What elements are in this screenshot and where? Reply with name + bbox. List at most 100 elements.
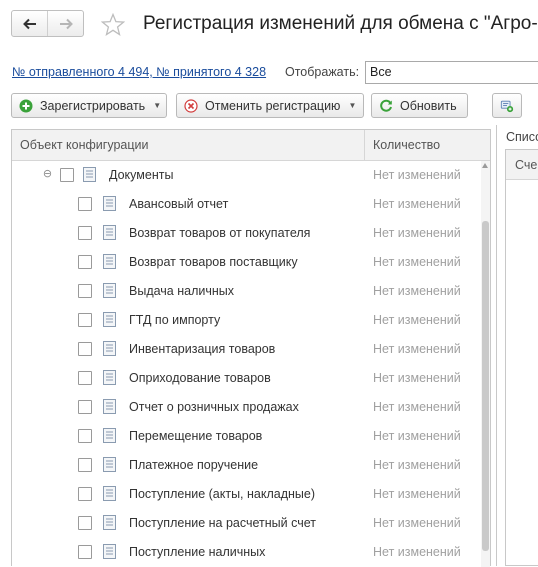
column-header-quantity[interactable]: Количество <box>373 138 440 152</box>
register-button[interactable]: Зарегистрировать ▼ <box>11 93 167 118</box>
table-row[interactable]: ГТД по импорту Нет изменений <box>12 306 480 335</box>
register-button-label: Зарегистрировать <box>40 98 146 113</box>
table-header: Объект конфигурации Количество <box>12 130 490 161</box>
document-icon <box>103 457 116 472</box>
toolbar: Зарегистрировать ▼ Отменить регистрацию … <box>0 93 538 119</box>
settings-icon <box>500 100 514 112</box>
forward-button[interactable] <box>47 11 83 36</box>
scroll-up-icon[interactable] <box>482 163 488 168</box>
row-checkbox[interactable] <box>60 168 74 182</box>
row-name: Документы <box>109 168 174 182</box>
table-row[interactable]: Поступление (акты, накладные) Нет изменен… <box>12 480 480 509</box>
row-checkbox[interactable] <box>78 487 92 501</box>
refresh-button[interactable]: Обновить <box>371 93 468 118</box>
document-icon <box>103 370 116 385</box>
table-row[interactable]: Инвентаризация товаров Нет изменений <box>12 335 480 364</box>
row-quantity: Нет изменений <box>373 487 461 501</box>
show-filter-label: Отображать: <box>285 65 360 79</box>
show-filter-field[interactable]: Все <box>365 61 538 84</box>
row-checkbox[interactable] <box>78 545 92 559</box>
window-title: Регистрация изменений для обмена с "Агро… <box>143 13 538 34</box>
row-checkbox[interactable] <box>78 516 92 530</box>
document-icon <box>103 254 116 269</box>
table-row[interactable]: Поступление на расчетный счет Нет изменен… <box>12 509 480 538</box>
table-row[interactable]: Авансовый отчет Нет изменений <box>12 190 480 219</box>
arrow-right-icon <box>59 18 73 29</box>
right-panel: Списо Сче <box>496 125 538 566</box>
row-checkbox[interactable] <box>78 255 92 269</box>
message-numbers-link[interactable]: № отправленного 4 494, № принятого 4 328 <box>12 65 266 79</box>
row-quantity: Нет изменений <box>373 429 461 443</box>
row-quantity: Нет изменений <box>373 516 461 530</box>
document-icon <box>103 544 116 559</box>
row-quantity: Нет изменений <box>373 226 461 240</box>
table-row[interactable]: Возврат товаров от покупателя Нет изменен… <box>12 219 480 248</box>
settings-button[interactable] <box>492 93 522 118</box>
collapse-icon[interactable]: ⊖ <box>42 169 53 180</box>
dropdown-arrow-icon: ▼ <box>348 101 357 110</box>
table-row[interactable]: Выдача наличных Нет изменений <box>12 277 480 306</box>
document-icon <box>83 167 96 182</box>
cancel-registration-label: Отменить регистрацию <box>205 98 341 113</box>
row-name: Поступление на расчетный счет <box>129 516 316 530</box>
row-quantity: Нет изменений <box>373 284 461 298</box>
dropdown-arrow-icon: ▼ <box>153 101 162 110</box>
right-panel-header: Сче <box>506 150 538 180</box>
table-row[interactable]: Перемещение товаров Нет изменений <box>12 422 480 451</box>
row-quantity: Нет изменений <box>373 168 461 182</box>
right-panel-label: Списо <box>506 130 538 144</box>
scrollbar-thumb[interactable] <box>482 221 489 551</box>
back-button[interactable] <box>12 11 47 36</box>
document-icon <box>103 515 116 530</box>
table-row[interactable]: Отчет о розничных продажах Нет изменений <box>12 393 480 422</box>
row-checkbox[interactable] <box>78 458 92 472</box>
row-name: Платежное поручение <box>129 458 259 472</box>
row-quantity: Нет изменений <box>373 400 461 414</box>
row-checkbox[interactable] <box>78 226 92 240</box>
row-quantity: Нет изменений <box>373 255 461 269</box>
table-row[interactable]: Оприходование товаров Нет изменений <box>12 364 480 393</box>
row-quantity: Нет изменений <box>373 545 461 559</box>
right-panel-column-header[interactable]: Сче <box>515 158 537 172</box>
row-checkbox[interactable] <box>78 400 92 414</box>
table-row[interactable]: Возврат товаров поставщику Нет изменений <box>12 248 480 277</box>
row-quantity: Нет изменений <box>373 342 461 356</box>
row-quantity: Нет изменений <box>373 197 461 211</box>
table-body: ⊖ Документы Нет изменений Авансовый отче… <box>12 161 480 567</box>
document-icon <box>103 486 116 501</box>
column-header-object[interactable]: Объект конфигурации <box>20 138 148 152</box>
refresh-icon <box>379 99 393 113</box>
right-panel-table: Сче <box>505 149 538 566</box>
document-icon <box>103 341 116 356</box>
table-row-group-documents[interactable]: ⊖ Документы Нет изменений <box>12 161 480 190</box>
row-checkbox[interactable] <box>78 284 92 298</box>
row-quantity: Нет изменений <box>373 313 461 327</box>
row-checkbox[interactable] <box>78 342 92 356</box>
table-row[interactable]: Поступление наличных Нет изменений <box>12 538 480 567</box>
cancel-registration-button[interactable]: Отменить регистрацию ▼ <box>176 93 364 118</box>
row-name: Отчет о розничных продажах <box>129 400 299 414</box>
row-name: Оприходование товаров <box>129 371 271 385</box>
row-checkbox[interactable] <box>78 429 92 443</box>
row-quantity: Нет изменений <box>373 458 461 472</box>
row-checkbox[interactable] <box>78 371 92 385</box>
row-quantity: Нет изменений <box>373 371 461 385</box>
row-name: Выдача наличных <box>129 284 235 298</box>
info-row: № отправленного 4 494, № принятого 4 328… <box>0 61 538 85</box>
row-checkbox[interactable] <box>78 313 92 327</box>
cancel-circle-icon <box>184 98 198 113</box>
plus-circle-icon <box>19 99 33 113</box>
row-name: Авансовый отчет <box>129 197 229 211</box>
star-icon[interactable] <box>101 13 125 36</box>
vertical-scrollbar[interactable] <box>481 161 490 567</box>
config-objects-table: Объект конфигурации Количество ⊖ Докумен… <box>11 129 491 567</box>
arrow-left-icon <box>22 18 36 29</box>
title-bar: Регистрация изменений для обмена с "Агро… <box>0 0 538 54</box>
row-checkbox[interactable] <box>78 197 92 211</box>
document-icon <box>103 399 116 414</box>
document-icon <box>103 312 116 327</box>
row-name: Возврат товаров от покупателя <box>129 226 311 240</box>
document-icon <box>103 225 116 240</box>
table-row[interactable]: Платежное поручение Нет изменений <box>12 451 480 480</box>
row-name: ГТД по импорту <box>129 313 221 327</box>
